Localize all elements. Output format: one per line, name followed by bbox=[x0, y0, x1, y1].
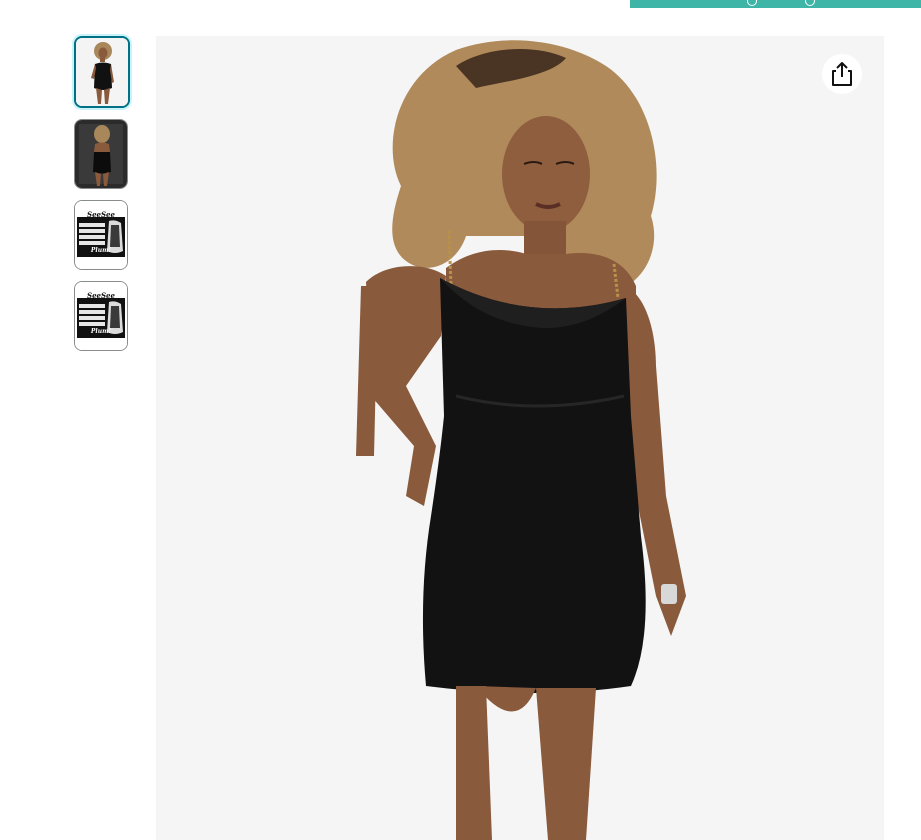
strip-circle-icon bbox=[747, 0, 757, 6]
thumbnail-script-text: SeeSee bbox=[87, 210, 115, 219]
thumbnail-script-text: SeeSee bbox=[87, 291, 115, 300]
product-image-gallery: SeeSee Plum! SeeSee Plum! bbox=[0, 0, 921, 840]
model-front-thumbnail-image bbox=[76, 38, 128, 106]
thumbnail-3[interactable]: SeeSee Plum! bbox=[74, 200, 128, 270]
thumbnail-4[interactable]: SeeSee Plum! bbox=[74, 281, 128, 351]
top-action-strip[interactable] bbox=[630, 0, 921, 8]
share-button[interactable] bbox=[822, 54, 862, 94]
share-icon bbox=[832, 62, 852, 86]
thumbnail-badge-text: Plum! bbox=[90, 247, 112, 254]
model-back-thumbnail-image bbox=[75, 120, 127, 188]
model-photo bbox=[156, 36, 884, 840]
main-product-image[interactable] bbox=[156, 36, 884, 840]
strip-circle-icon bbox=[805, 0, 815, 6]
thumbnail-list: SeeSee Plum! SeeSee Plum! bbox=[74, 36, 130, 362]
thumbnail-badge-text: Plum! bbox=[90, 328, 112, 335]
thumbnail-1[interactable] bbox=[74, 36, 130, 108]
thumbnail-2[interactable] bbox=[74, 119, 128, 189]
